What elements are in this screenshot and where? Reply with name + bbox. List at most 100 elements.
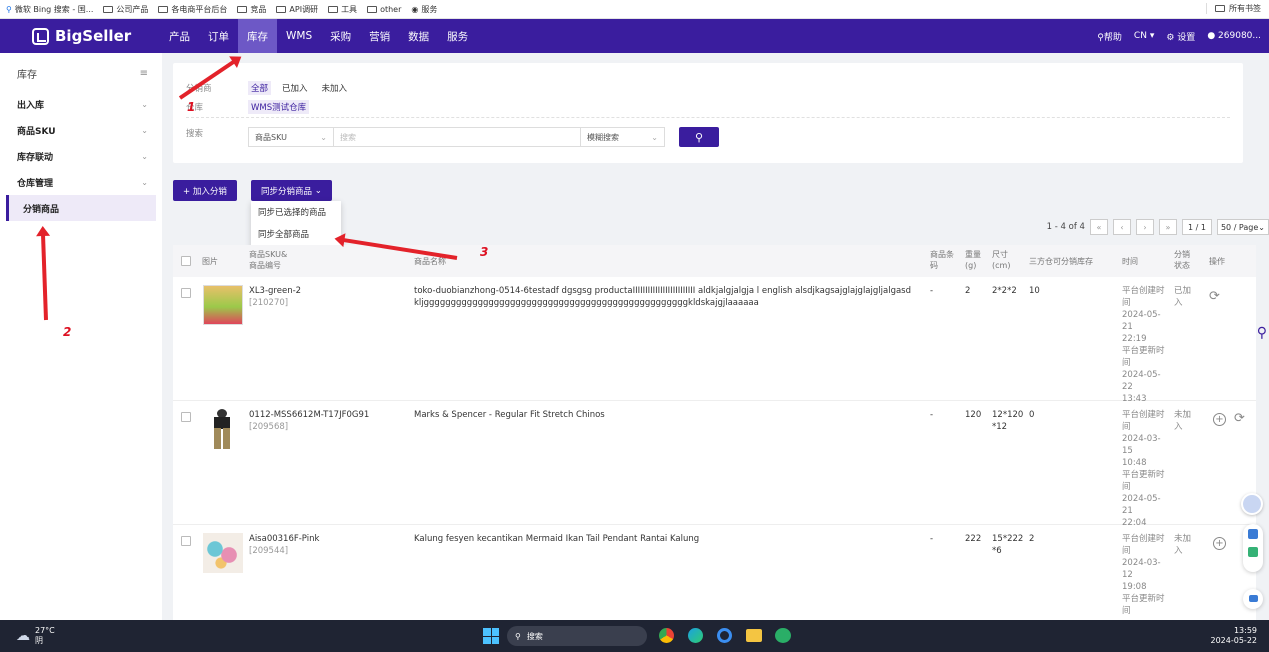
bookmark-other[interactable]: other xyxy=(367,5,401,14)
sidebar-item-stock-sync[interactable]: 库存联动 ⌄ xyxy=(0,143,162,169)
sidebar-item-distribution[interactable]: 分销商品 xyxy=(6,195,156,221)
weather-widget[interactable]: ☁ 27°C 阴 xyxy=(16,626,55,646)
nav-services[interactable]: 服务 xyxy=(438,19,477,53)
taskbar-search[interactable]: ⚲ 搜索 xyxy=(507,626,647,646)
search-box: 商品SKU ⌄ 搜索 模糊搜索 ⌄ xyxy=(248,127,665,147)
help-link[interactable]: ⚲帮助 xyxy=(1097,30,1122,43)
chevron-down-icon: ⌄ xyxy=(314,185,322,196)
nav-wms[interactable]: WMS xyxy=(277,19,321,53)
annotation-number-2: 2 xyxy=(63,325,72,339)
sync-selected-item[interactable]: 同步已选择的商品 xyxy=(251,201,341,223)
folder-icon xyxy=(103,5,114,13)
pagination-range: 1 - 4 of 4 xyxy=(1046,222,1085,232)
support-avatar[interactable] xyxy=(1241,493,1263,515)
chevron-down-icon: ⌄ xyxy=(1258,222,1265,232)
search-mode-select[interactable]: 模糊搜索 ⌄ xyxy=(580,128,664,146)
sidebar-item-warehouse[interactable]: 仓库管理 ⌄ xyxy=(0,169,162,195)
filter-all[interactable]: 全部 xyxy=(248,81,272,95)
refresh-icon[interactable]: ⟳ xyxy=(1209,289,1220,304)
nav-orders[interactable]: 订单 xyxy=(199,19,238,53)
header-image: 图片 xyxy=(202,257,218,266)
row-sku: XL3-green-2 xyxy=(249,286,302,296)
row-time: 平台创建时间 2024-03-12 19:08 平台更新时间 xyxy=(1122,534,1165,616)
add-icon[interactable]: + xyxy=(1213,413,1226,426)
page-indicator[interactable]: 1 / 1 xyxy=(1181,219,1212,235)
search-field-select[interactable]: 商品SKU ⌄ xyxy=(249,128,334,146)
sidebar-item-inout[interactable]: 出入库 ⌄ xyxy=(0,91,162,117)
add-distribution-button[interactable]: + 加入分销 xyxy=(173,180,237,201)
windows-start-icon[interactable] xyxy=(483,628,499,644)
filter-not-joined[interactable]: 未加入 xyxy=(319,81,351,95)
main-content: 分销商 全部 已加入 未加入 仓库 WMS测试仓库 搜索 商品SKU ⌄ 搜索 模… xyxy=(162,53,1269,620)
row-code: [210270] xyxy=(249,298,289,308)
bookmark-company-products[interactable]: 公司产品 xyxy=(103,4,148,15)
chrome-icon[interactable] xyxy=(659,628,674,643)
table-row: 0112-MSS6612M-T17JF0G91 [209568] Marks &… xyxy=(173,401,1256,528)
all-bookmarks[interactable]: 所有书签 xyxy=(1206,3,1261,14)
header-size: 尺寸(cm) xyxy=(992,250,1011,270)
row-checkbox[interactable] xyxy=(181,412,191,422)
user-icon: ● xyxy=(1207,31,1216,41)
bookmark-api[interactable]: API调研 xyxy=(276,4,318,15)
row-name: Kalung fesyen kecantikan Mermaid Ikan Ta… xyxy=(414,534,700,544)
bookmark-tools[interactable]: 工具 xyxy=(328,4,357,15)
row-weight: 120 xyxy=(965,410,982,420)
bookmark-bing[interactable]: ⚲ 微软 Bing 搜索 - 国... xyxy=(6,4,93,15)
floating-search-icon[interactable]: ⚲ xyxy=(1257,325,1267,341)
sync-distribution-button[interactable]: 同步分销商品 ⌄ xyxy=(251,180,332,201)
header-action: 操作 xyxy=(1209,257,1225,266)
product-thumbnail xyxy=(203,409,243,449)
table-row: Aisa00316F-Pink [209544] Kalung fesyen k… xyxy=(173,525,1256,620)
filter-joined[interactable]: 已加入 xyxy=(279,81,311,95)
sync-all-item[interactable]: 同步全部商品 xyxy=(251,223,341,245)
nav-data[interactable]: 数据 xyxy=(399,19,438,53)
wechat-icon[interactable] xyxy=(775,628,791,643)
chat-icon[interactable] xyxy=(1248,529,1258,539)
taskbar-clock[interactable]: 13:59 2024-05-22 xyxy=(1211,626,1258,646)
app-icon[interactable] xyxy=(717,628,732,643)
bookmark-competitors[interactable]: 竞品 xyxy=(237,4,266,15)
bookmarks-bar: ⚲ 微软 Bing 搜索 - 国... 公司产品 各电商平台后台 竞品 API调研… xyxy=(0,0,1269,19)
page-size-select[interactable]: 50 / Page ⌄ xyxy=(1216,219,1269,235)
annotation-number-3: 3 xyxy=(480,245,489,259)
last-page-button[interactable]: » xyxy=(1158,219,1177,235)
user-menu[interactable]: ● 269080... xyxy=(1207,31,1261,41)
collapse-icon[interactable]: ≡ xyxy=(140,68,148,79)
language-select[interactable]: CN ▾ xyxy=(1134,31,1154,41)
nav-marketing[interactable]: 营销 xyxy=(360,19,399,53)
chevron-down-icon: ⌄ xyxy=(141,99,148,109)
first-page-button[interactable]: « xyxy=(1089,219,1108,235)
nav-inventory[interactable]: 库存 xyxy=(238,19,277,53)
row-sku: Aisa00316F-Pink xyxy=(249,534,320,544)
add-icon[interactable]: + xyxy=(1213,537,1226,550)
messages-button[interactable] xyxy=(1243,589,1263,609)
row-checkbox[interactable] xyxy=(181,536,191,546)
select-all-checkbox[interactable] xyxy=(181,256,191,266)
search-input[interactable]: 搜索 xyxy=(334,128,580,146)
row-barcode: - xyxy=(930,410,934,420)
bookmark-ecommerce[interactable]: 各电商平台后台 xyxy=(158,4,227,15)
edge-icon[interactable] xyxy=(688,628,703,643)
floating-toolbar xyxy=(1243,524,1263,572)
row-checkbox[interactable] xyxy=(181,288,191,298)
search-button[interactable]: ⚲ xyxy=(679,127,719,147)
bookmark-service[interactable]: ◉ 服务 xyxy=(411,4,437,15)
notes-icon[interactable] xyxy=(1248,547,1258,557)
next-page-button[interactable]: › xyxy=(1135,219,1154,235)
folder-icon xyxy=(367,5,378,13)
row-name: toko-duobianzhong-0514-6testadf dgsgsg p… xyxy=(414,286,911,308)
nav-purchase[interactable]: 采购 xyxy=(321,19,360,53)
brand-logo[interactable]: BigSeller xyxy=(0,27,160,45)
weather-icon: ☁ xyxy=(16,628,30,644)
prev-page-button[interactable]: ‹ xyxy=(1112,219,1131,235)
file-explorer-icon[interactable] xyxy=(746,629,762,642)
refresh-icon[interactable]: ⟳ xyxy=(1234,411,1245,426)
settings-link[interactable]: ⚙ 设置 xyxy=(1166,30,1195,43)
warehouse-option[interactable]: WMS测试仓库 xyxy=(248,100,310,114)
caret-down-icon: ▾ xyxy=(1149,31,1155,41)
row-name: Marks & Spencer - Regular Fit Stretch Ch… xyxy=(414,410,605,420)
row-code: [209544] xyxy=(249,546,289,556)
sidebar-item-sku[interactable]: 商品SKU ⌄ xyxy=(0,117,162,143)
nav-products[interactable]: 产品 xyxy=(160,19,199,53)
pagination: 1 - 4 of 4 « ‹ › » 1 / 1 50 / Page ⌄ xyxy=(1047,219,1269,235)
